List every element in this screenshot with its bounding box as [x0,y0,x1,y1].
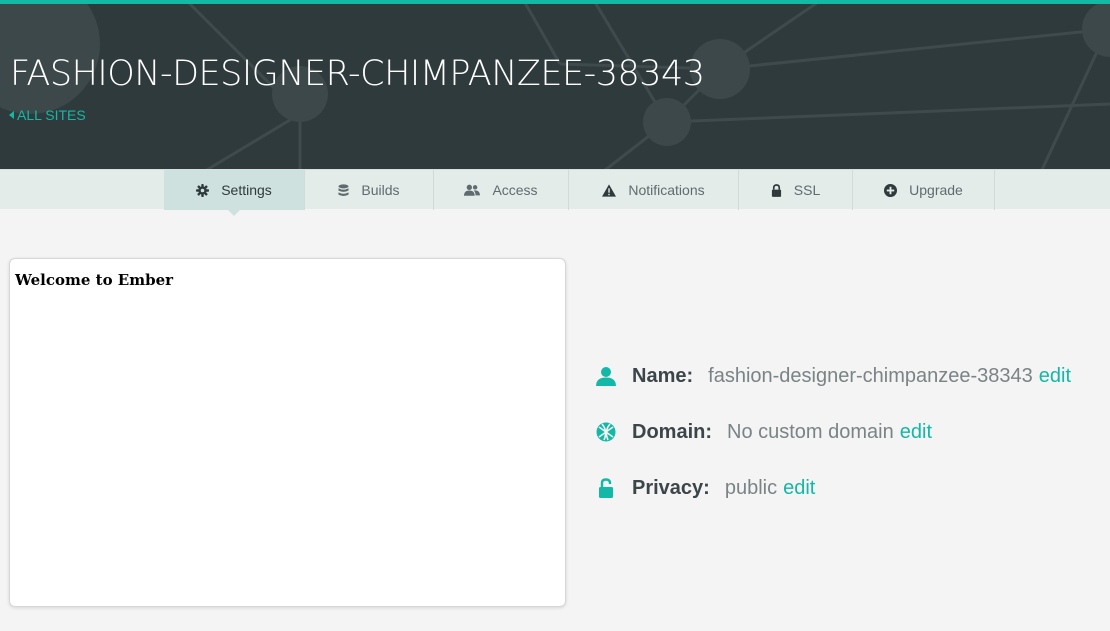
privacy-value: public [724,476,778,499]
name-label: Name: [632,364,694,387]
all-sites-label: ALL SITES [17,107,86,123]
unlock-icon [595,477,617,499]
privacy-label: Privacy: [632,476,710,499]
site-privacy-row: Privacy: public edit [595,473,815,503]
gear-icon [196,183,210,197]
edit-domain-link[interactable]: edit [900,421,932,444]
tab-settings-label: Settings [221,182,272,198]
tab-notifications[interactable]: Notifications [569,170,739,210]
tab-access-label: Access [492,182,538,198]
name-value: fashion-designer-chimpanzee-38343 [708,364,1033,387]
globe-icon [595,421,617,443]
domain-label: Domain: [632,420,712,443]
site-title: FASHION-DESIGNER-CHIMPANZEE-38343 [10,54,705,94]
tab-builds[interactable]: Builds [305,170,434,210]
caret-left-icon [9,111,14,119]
tab-notifications-label: Notifications [628,182,705,198]
site-preview[interactable]: Welcome to Ember [9,258,566,607]
site-domain-row: Domain: No custom domain edit [595,417,932,447]
tab-ssl[interactable]: SSL [739,170,853,210]
database-icon [338,183,349,196]
tab-upgrade-label: Upgrade [909,182,963,198]
site-name-row: Name: fashion-designer-chimpanzee-38343 … [595,361,1071,391]
tab-builds-label: Builds [361,182,400,198]
all-sites-link[interactable]: ALL SITES [9,107,86,123]
edit-name-link[interactable]: edit [1039,365,1071,388]
tab-settings[interactable]: Settings [164,170,305,216]
site-header: FASHION-DESIGNER-CHIMPANZEE-38343 ALL SI… [0,4,1110,169]
plus-circle-icon [884,183,898,197]
tab-upgrade[interactable]: Upgrade [853,170,995,210]
warning-icon [602,183,617,197]
domain-value: No custom domain [727,420,894,443]
user-icon [595,365,617,387]
tab-access[interactable]: Access [434,170,569,210]
active-tab-pointer [228,210,240,216]
preview-heading: Welcome to Ember [15,271,174,289]
edit-privacy-link[interactable]: edit [783,477,815,500]
users-icon [464,184,481,196]
site-tabs: Settings Builds Access Notifications SSL… [0,169,1110,216]
tab-ssl-label: SSL [793,182,821,198]
lock-icon [771,183,781,197]
